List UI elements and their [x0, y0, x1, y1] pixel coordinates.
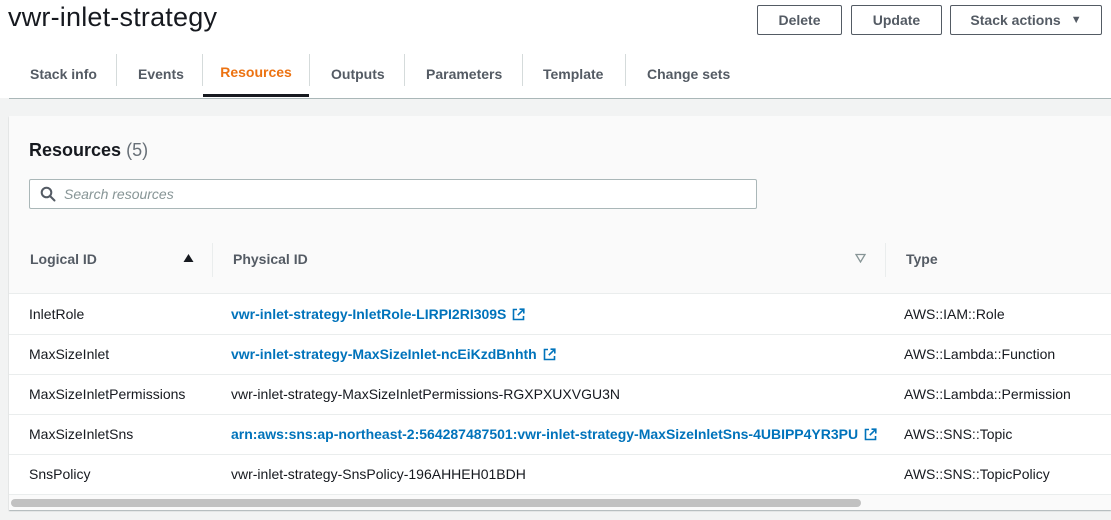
stack-header: vwr-inlet-strategy Delete Update Stack a…: [0, 0, 1111, 99]
tab-events[interactable]: Events: [138, 50, 184, 97]
logical-id-cell: MaxSizeInlet: [29, 346, 110, 362]
stack-actions-button[interactable]: Stack actions ▼: [950, 5, 1102, 35]
physical-id-text: vwr-inlet-strategy-MaxSizeInletPermissio…: [231, 386, 620, 402]
type-cell: AWS::SNS::Topic: [904, 426, 1013, 442]
delete-button[interactable]: Delete: [757, 5, 842, 35]
tab-change-sets[interactable]: Change sets: [647, 50, 730, 97]
physical-id-link[interactable]: arn:aws:sns:ap-northeast-2:564287487501:…: [231, 414, 877, 454]
tab-divider: [309, 54, 310, 86]
physical-id-text: arn:aws:sns:ap-northeast-2:564287487501:…: [231, 426, 859, 442]
physical-id-text: vwr-inlet-strategy-InletRole-LIRPI2RI309…: [231, 306, 507, 322]
horizontal-scrollbar[interactable]: [9, 494, 1111, 510]
physical-id-text: vwr-inlet-strategy-MaxSizeInlet-ncEiKzdB…: [231, 346, 537, 362]
tab-divider: [404, 54, 405, 86]
column-divider: [885, 243, 886, 277]
tab-stack-info[interactable]: Stack info: [30, 50, 97, 97]
update-button[interactable]: Update: [851, 5, 942, 35]
resources-title-text: Resources: [29, 140, 122, 160]
stack-actions-label: Stack actions: [970, 12, 1061, 28]
table-row: SnsPolicy vwr-inlet-strategy-SnsPolicy-1…: [9, 454, 1111, 495]
resources-panel: Resources (5) Logical ID Physical ID Typ…: [9, 116, 1111, 510]
tab-divider: [522, 54, 523, 86]
type-cell: AWS::IAM::Role: [904, 306, 1005, 322]
page-title: vwr-inlet-strategy: [8, 2, 218, 32]
logical-id-cell: MaxSizeInletSns: [29, 426, 134, 442]
type-cell: AWS::Lambda::Function: [904, 346, 1056, 362]
sort-ascending-icon[interactable]: [183, 253, 194, 263]
search-icon: [40, 186, 56, 202]
search-box[interactable]: [29, 179, 757, 209]
resources-count: (5): [126, 140, 149, 160]
logical-id-cell: SnsPolicy: [29, 466, 91, 482]
tab-parameters[interactable]: Parameters: [426, 50, 502, 97]
external-link-icon: [543, 347, 556, 360]
column-divider: [212, 243, 213, 277]
table-row: MaxSizeInletPermissions vwr-inlet-strate…: [9, 374, 1111, 415]
scrollbar-thumb[interactable]: [11, 499, 861, 507]
external-link-icon: [864, 427, 877, 440]
physical-id-link[interactable]: vwr-inlet-strategy-MaxSizeInlet-ncEiKzdB…: [231, 334, 556, 374]
column-header-logical-id[interactable]: Logical ID: [30, 224, 97, 293]
logical-id-cell: InletRole: [29, 306, 85, 322]
external-link-icon: [513, 307, 526, 320]
column-header-physical-id[interactable]: Physical ID: [233, 224, 308, 293]
caret-down-icon: ▼: [1070, 14, 1082, 26]
resources-panel-header: Resources (5): [9, 116, 1111, 224]
tab-divider: [116, 54, 117, 86]
tab-outputs[interactable]: Outputs: [331, 50, 385, 97]
table-row: MaxSizeInlet vwr-inlet-strategy-MaxSizeI…: [9, 334, 1111, 375]
resources-title: Resources (5): [29, 140, 148, 161]
search-input[interactable]: [64, 180, 744, 208]
column-header-type[interactable]: Type: [906, 224, 938, 293]
tab-bar: Stack info Events Resources Outputs Para…: [9, 50, 1111, 99]
logical-id-cell: MaxSizeInletPermissions: [29, 386, 186, 402]
table-row: MaxSizeInletSns arn:aws:sns:ap-northeast…: [9, 414, 1111, 455]
physical-id-link[interactable]: vwr-inlet-strategy-InletRole-LIRPI2RI309…: [231, 294, 526, 334]
table-header: Logical ID Physical ID Type: [9, 224, 1111, 294]
type-cell: AWS::SNS::TopicPolicy: [904, 466, 1050, 482]
tab-divider: [625, 54, 626, 86]
physical-id-text: vwr-inlet-strategy-SnsPolicy-196AHHEH01B…: [231, 466, 526, 482]
table-row: InletRole vwr-inlet-strategy-InletRole-L…: [9, 294, 1111, 335]
type-cell: AWS::Lambda::Permission: [904, 386, 1071, 402]
tab-template[interactable]: Template: [543, 50, 603, 97]
tab-resources[interactable]: Resources: [203, 50, 309, 97]
sort-descending-icon[interactable]: [855, 253, 866, 263]
